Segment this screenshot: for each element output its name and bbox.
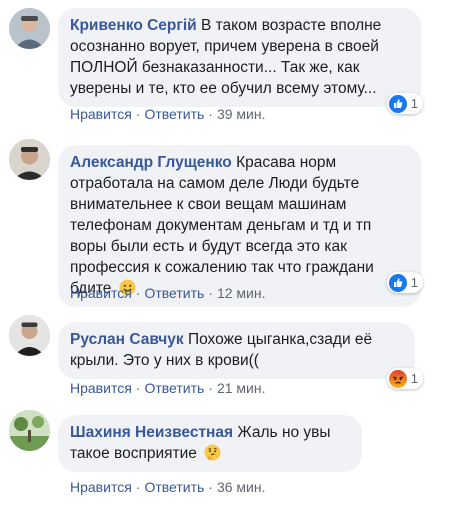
avatar[interactable]: [9, 8, 50, 49]
comment-bubble: Александр Глущенко Красава норм отработа…: [58, 145, 421, 307]
comment-actions: Нравится · Ответить · 12 мин.: [70, 285, 266, 301]
reaction-badge[interactable]: 1: [386, 272, 423, 293]
reaction-badge[interactable]: 1: [386, 93, 423, 114]
reaction-count: 1: [410, 96, 418, 111]
user-photo-icon: [9, 410, 50, 451]
comment-text: Красава норм отработала на самом деле Лю…: [70, 154, 374, 297]
reply-button[interactable]: Ответить: [144, 106, 204, 122]
angry-icon: [388, 369, 407, 388]
avatar[interactable]: [9, 139, 50, 180]
comment-author[interactable]: Шахиня Неизвестная: [70, 424, 233, 441]
separator: ·: [135, 380, 141, 396]
comment-timestamp[interactable]: 39 мин.: [217, 106, 266, 122]
separator: ·: [135, 479, 141, 495]
reply-button[interactable]: Ответить: [144, 380, 204, 396]
like-icon: [388, 273, 407, 292]
separator: ·: [135, 106, 141, 122]
like-icon: [388, 94, 407, 113]
separator: ·: [135, 285, 141, 301]
comment-bubble: Кривенко Сергій В таком возрасте вполне …: [58, 8, 421, 107]
like-button[interactable]: Нравится: [70, 380, 132, 396]
reply-button[interactable]: Ответить: [144, 285, 204, 301]
like-button[interactable]: Нравится: [70, 285, 132, 301]
comment-timestamp[interactable]: 36 мин.: [217, 479, 266, 495]
separator: ·: [208, 106, 213, 122]
comment-timestamp[interactable]: 21 мин.: [217, 380, 266, 396]
separator: ·: [208, 285, 213, 301]
user-photo-icon: [9, 139, 50, 180]
separator: ·: [208, 479, 213, 495]
reply-button[interactable]: Ответить: [144, 479, 204, 495]
comment-timestamp[interactable]: 12 мин.: [217, 285, 266, 301]
avatar[interactable]: [9, 315, 50, 356]
comment-author[interactable]: Александр Глущенко: [70, 154, 232, 171]
comment-author[interactable]: Кривенко Сергій: [70, 17, 197, 34]
reaction-count: 1: [410, 371, 418, 386]
like-button[interactable]: Нравится: [70, 106, 132, 122]
reaction-badge[interactable]: 1: [386, 368, 423, 389]
comment-actions: Нравится · Ответить · 39 мин.: [70, 106, 266, 122]
separator: ·: [208, 380, 213, 396]
reaction-count: 1: [410, 275, 418, 290]
comment-actions: Нравится · Ответить · 21 мин.: [70, 380, 266, 396]
user-photo-icon: [9, 8, 50, 49]
comment-actions: Нравится · Ответить · 36 мин.: [70, 479, 266, 495]
user-photo-icon: [9, 315, 50, 356]
thinking-face-emoji: [204, 444, 221, 461]
avatar[interactable]: [9, 410, 50, 451]
comment-bubble: Шахиня Неизвестная Жаль но увы такое вос…: [58, 415, 362, 472]
like-button[interactable]: Нравится: [70, 479, 132, 495]
comment-bubble: Руслан Савчук Похоже цыганка,сзади её кр…: [58, 322, 415, 379]
comment-author[interactable]: Руслан Савчук: [70, 331, 184, 348]
